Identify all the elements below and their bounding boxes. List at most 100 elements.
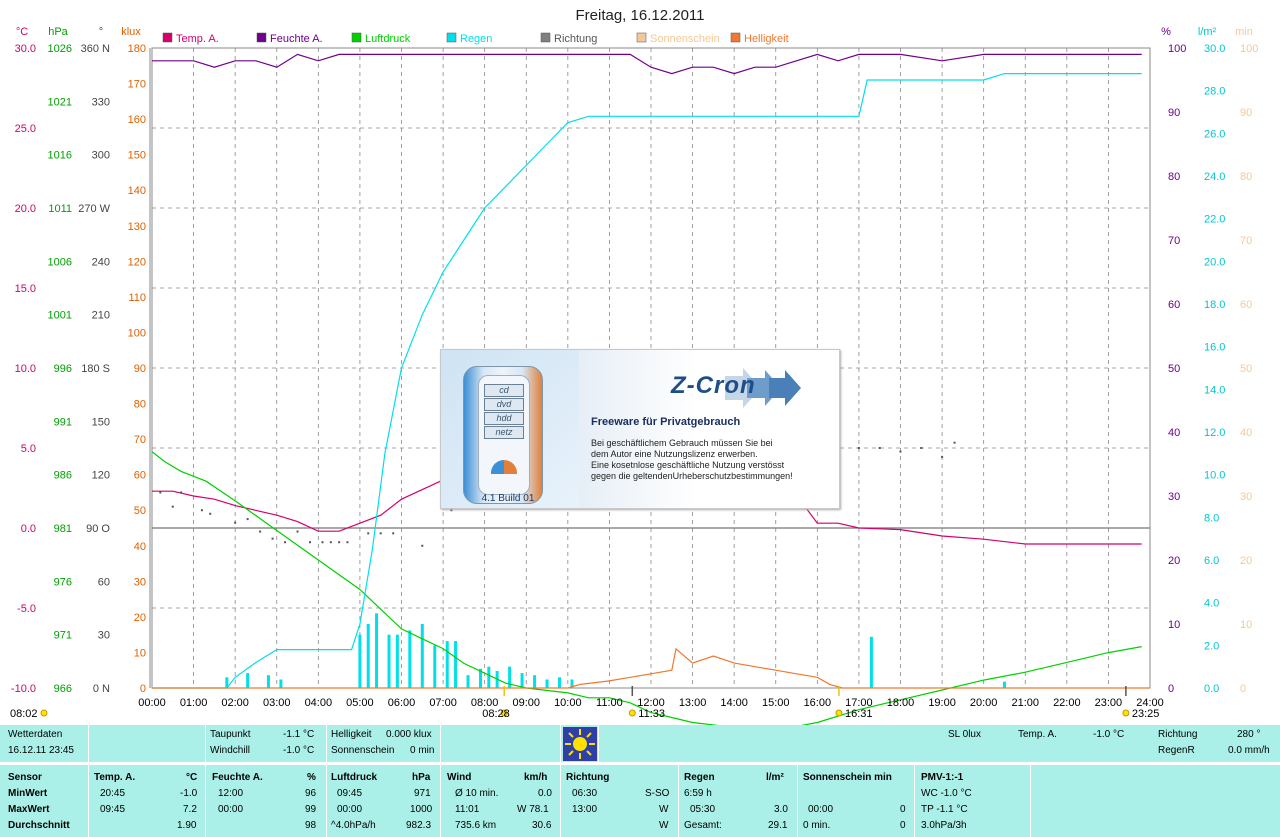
- tick-lux-2: 160: [128, 114, 146, 126]
- col-feuchte-head: Feuchte A.: [212, 772, 263, 783]
- chart-legend: Temp. A. Feuchte A. Luftdruck Regen Richtung…: [162, 32, 789, 45]
- rain-bar-5: [366, 624, 370, 688]
- x-tick-3: 03:00: [263, 697, 291, 709]
- info-taupunkt-value: -1.1 °C: [283, 729, 315, 740]
- col-pmv-head: PMV-1:-1: [921, 772, 964, 783]
- splash-text-line2: dem Autor eine Nutzungslizenz erwerben.: [591, 449, 758, 459]
- tick-direction-10: 60: [98, 576, 110, 588]
- tick-rain-2: 26.0: [1204, 128, 1225, 140]
- rain-bar-2: [266, 675, 270, 688]
- direction-point-4: [209, 512, 212, 515]
- wind-r1-value: 0.0: [538, 788, 552, 799]
- direction-point-6: [246, 518, 249, 521]
- legend-swatch-2: [351, 32, 362, 43]
- tick-lux-15: 30: [134, 576, 146, 588]
- tick-pressure-8: 986: [54, 470, 72, 482]
- rain-bar-8: [395, 634, 399, 688]
- legend-label-2: Luftdruck: [365, 33, 411, 45]
- direction-point-5: [234, 521, 237, 524]
- feuchte-min-time: 12:00: [218, 788, 244, 799]
- tick-pressure-0: 1026: [48, 43, 72, 55]
- richtung-r2-time: 13:00: [572, 804, 598, 815]
- tick-pressure-11: 971: [54, 630, 72, 642]
- info-sl: SL 0lux: [948, 729, 981, 740]
- richtung-r2-value: W: [659, 804, 669, 815]
- left-axes: 30.0 25.0 20.0 15.0 10.0 5.0 0.0 -5.0 -10.0 1026 1…: [11, 43, 151, 695]
- tick-temp-3: 15.0: [15, 283, 36, 295]
- tick-rain-6: 18.0: [1204, 299, 1225, 311]
- splash-title: Z-Cron: [671, 372, 756, 399]
- axis-head-temp: °C: [16, 26, 28, 38]
- sun-marker-label-3: 23:25: [1132, 708, 1160, 720]
- tick-direction-1: 330: [92, 96, 110, 108]
- sun-marker-label-1: 11:33: [638, 708, 665, 720]
- col-luftdruck-unit: hPa: [412, 772, 431, 783]
- tick-pressure-6: 996: [54, 363, 72, 375]
- tick-sun-2: 80: [1240, 171, 1252, 183]
- axis-head-direction: °: [99, 26, 103, 38]
- direction-point-12: [321, 541, 324, 544]
- device-icon: cd dvd hdd netz: [463, 366, 543, 504]
- tick-lux-6: 120: [128, 256, 146, 268]
- legend-label-0: Temp. A.: [176, 33, 219, 45]
- sun-marker-icon-1: [628, 709, 636, 717]
- legend-swatch-4: [540, 32, 551, 43]
- tick-lux-3: 150: [128, 150, 146, 162]
- col-regen-head: Regen: [684, 772, 715, 783]
- direction-point-0: [159, 491, 162, 494]
- tick-rain-13: 4.0: [1204, 598, 1219, 610]
- info-windchill-value: -1.0 °C: [283, 745, 315, 756]
- direction-point-49: [878, 447, 881, 449]
- tick-sun-1: 90: [1240, 107, 1252, 119]
- tick-direction-2: 300: [92, 150, 110, 162]
- tick-direction-0: 360 N: [81, 43, 110, 55]
- x-tick-14: 14:00: [720, 697, 748, 709]
- row-min-label: MinWert: [8, 788, 48, 799]
- wind-r2-value: W 78.1: [517, 804, 549, 815]
- tick-temp-8: -10.0: [11, 683, 36, 695]
- zcron-logo-icon: [491, 460, 517, 474]
- tick-humidity-10: 0: [1168, 683, 1174, 695]
- col-richtung-head: Richtung: [566, 772, 610, 783]
- rain-bar-10: [420, 624, 424, 688]
- sun-marker-label-2: 16:31: [845, 708, 873, 720]
- splash-text-line1: Bei geschäftlichem Gebrauch müssen Sie b…: [591, 438, 773, 448]
- device-inner: cd dvd hdd netz: [478, 375, 530, 495]
- direction-point-18: [392, 532, 395, 535]
- x-tick-0: 00:00: [138, 697, 166, 709]
- tick-humidity-0: 100: [1168, 43, 1186, 55]
- direction-point-17: [379, 532, 382, 535]
- direction-point-52: [941, 455, 944, 458]
- tick-rain-15: 0.0: [1204, 683, 1219, 695]
- tick-rain-5: 20.0: [1204, 256, 1225, 268]
- x-tick-6: 06:00: [388, 697, 416, 709]
- rain-bar-22: [558, 677, 562, 688]
- tick-lux-11: 70: [134, 434, 146, 446]
- richtung-r3-value: W: [659, 820, 669, 831]
- col-wind-unit: km/h: [524, 772, 548, 783]
- zcron-splash[interactable]: cd dvd hdd netz 4.1 Build 01 Z-Cron Free…: [440, 349, 840, 509]
- tick-lux-0: 180: [128, 43, 146, 55]
- rain-bars: [225, 613, 1006, 688]
- x-tick-13: 13:00: [679, 697, 707, 709]
- regen-r1-label: 6:59 h: [684, 788, 712, 799]
- info-windchill-label: Windchill: [210, 745, 251, 756]
- axis-head-humidity: %: [1161, 26, 1171, 38]
- splash-left-panel: cd dvd hdd netz 4.1 Build 01: [441, 350, 579, 508]
- regen-r3-label: Gesamt:: [684, 820, 722, 831]
- tick-sun-10: 0: [1240, 683, 1246, 695]
- legend-swatch-6: [730, 32, 741, 43]
- tick-lux-8: 100: [128, 327, 146, 339]
- direction-point-3: [200, 509, 203, 512]
- regen-r2-time: 05:30: [690, 804, 716, 815]
- tick-direction-7: 150: [92, 416, 110, 428]
- rain-bar-9: [408, 630, 412, 688]
- tick-temp-1: 25.0: [15, 123, 36, 135]
- col-luftdruck-head: Luftdruck: [331, 772, 378, 783]
- tick-lux-1: 170: [128, 79, 146, 91]
- sonne-r3-label: 0 min.: [803, 820, 831, 831]
- tick-temp-0: 30.0: [15, 43, 36, 55]
- tick-pressure-4: 1006: [48, 256, 72, 268]
- tick-sun-0: 100: [1240, 43, 1258, 55]
- tick-temp-7: -5.0: [17, 603, 36, 615]
